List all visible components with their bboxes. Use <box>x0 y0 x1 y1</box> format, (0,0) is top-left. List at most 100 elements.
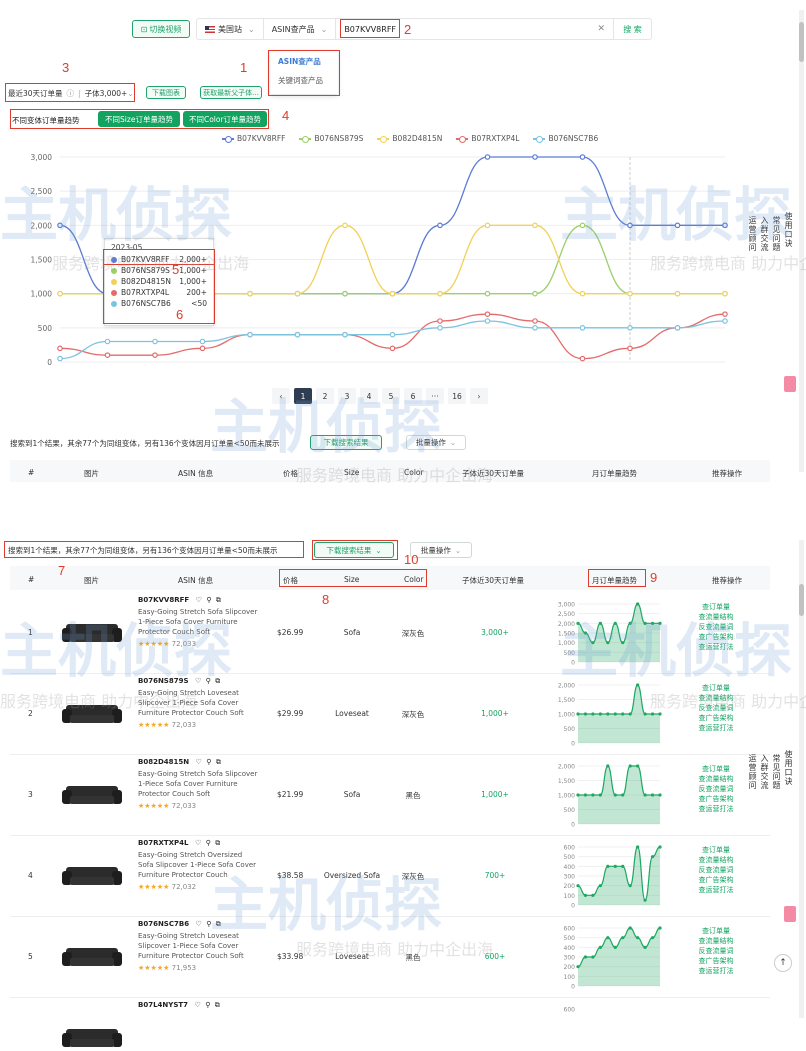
data-point[interactable] <box>484 318 491 324</box>
asin-code[interactable]: B07L4NYST7 ♡ ⚲ ⧉ <box>138 1001 220 1010</box>
copy-icon[interactable]: ⧉ <box>216 758 221 766</box>
data-point[interactable] <box>722 222 728 229</box>
data-point[interactable] <box>579 290 586 297</box>
scrollbar-top[interactable] <box>799 10 804 472</box>
data-point[interactable] <box>674 222 681 229</box>
site-select[interactable]: 美国站 ⌄ <box>197 19 264 39</box>
period-filter[interactable]: 最近30天订单量 ⓘ | 子体3,000+⌄ <box>8 86 134 100</box>
back-to-top-icon[interactable]: ↑ <box>774 954 792 972</box>
side-tool-advisor[interactable]: 运营顾问 <box>746 754 758 790</box>
data-point[interactable] <box>674 290 681 297</box>
query-type-select[interactable]: ASIN查产品 ⌄ <box>264 19 337 39</box>
row-action-link[interactable]: 查运营打法 <box>694 804 738 814</box>
asin-code[interactable]: B082D4815N ♡ ⚲ ⧉ <box>138 758 221 767</box>
row-action-link[interactable]: 查订单量 <box>694 926 738 936</box>
data-point[interactable] <box>152 352 158 358</box>
row-action-link[interactable]: 查广告架构 <box>694 632 738 642</box>
row-action-link[interactable]: 反查流量词 <box>694 865 738 875</box>
switch-mode-button[interactable]: ⊡ 切换视频 <box>132 20 190 38</box>
heart-icon[interactable]: ♡ <box>195 677 201 685</box>
page-button[interactable]: 4 <box>360 388 378 404</box>
data-point[interactable] <box>247 331 253 338</box>
page-button[interactable]: ··· <box>426 388 444 404</box>
product-title[interactable]: Easy-Going Stretch Loveseat Slipcover 1-… <box>138 688 258 718</box>
side-tool-group[interactable]: 入群交流 <box>758 216 770 252</box>
row-action-link[interactable]: 查流量结构 <box>694 855 738 865</box>
product-title[interactable]: Easy-Going Stretch Loveseat Slipcover 1-… <box>138 931 258 961</box>
row-action-link[interactable]: 查订单量 <box>694 683 738 693</box>
data-point[interactable] <box>674 325 681 331</box>
data-point[interactable] <box>722 311 728 317</box>
data-point[interactable] <box>342 331 348 338</box>
side-tool-faq[interactable]: 常见问题 <box>770 216 782 252</box>
row-action-link[interactable]: 查流量结构 <box>694 936 738 946</box>
data-point[interactable] <box>437 318 443 324</box>
chat-badge-icon[interactable] <box>784 376 796 392</box>
data-point[interactable] <box>579 325 586 331</box>
row-action-link[interactable]: 查订单量 <box>694 602 738 612</box>
data-point[interactable] <box>104 352 111 358</box>
copy-icon[interactable]: ⧉ <box>215 677 220 685</box>
download-chart-button[interactable]: 下载图表 <box>146 86 186 99</box>
asin-code[interactable]: B076NSC7B6 ♡ ⚲ ⧉ <box>138 920 221 929</box>
side-tool-tips[interactable]: 使用口诀 <box>782 750 794 790</box>
row-action-link[interactable]: 反查流量词 <box>694 622 738 632</box>
data-point[interactable] <box>579 222 586 229</box>
data-point[interactable] <box>389 290 396 297</box>
product-title[interactable]: Easy-Going Stretch Oversized Sofa Slipco… <box>138 850 258 880</box>
row-action-link[interactable]: 查广告架构 <box>694 794 738 804</box>
heart-icon[interactable]: ♡ <box>196 920 202 928</box>
row-action-link[interactable]: 反查流量词 <box>694 784 738 794</box>
bulk-action-button-top[interactable]: 批量操作 ⌄ <box>406 435 466 450</box>
fetch-latest-button[interactable]: 获取最新父子体... <box>200 86 262 99</box>
next-page-button[interactable]: › <box>470 388 488 404</box>
side-tool-faq[interactable]: 常见问题 <box>770 754 782 790</box>
row-action-link[interactable]: 反查流量词 <box>694 703 738 713</box>
data-point[interactable] <box>484 222 491 229</box>
row-action-link[interactable]: 反查流量词 <box>694 946 738 956</box>
data-point[interactable] <box>579 355 586 362</box>
data-point[interactable] <box>484 311 491 317</box>
dropdown-option-asin[interactable]: ASIN查产品 <box>270 50 338 71</box>
tab-size-trend[interactable]: 不同Size订单量趋势 <box>98 111 180 127</box>
search-icon[interactable]: ⚲ <box>206 758 211 766</box>
data-point[interactable] <box>532 154 538 160</box>
search-icon[interactable]: ⚲ <box>206 596 211 604</box>
data-point[interactable] <box>579 154 586 160</box>
tab-variant-trend[interactable]: 不同变体订单量趋势 <box>12 112 80 128</box>
row-action-link[interactable]: 查广告架构 <box>694 713 738 723</box>
row-action-link[interactable]: 查流量结构 <box>694 774 738 784</box>
product-image[interactable] <box>62 620 122 646</box>
copy-icon[interactable]: ⧉ <box>216 920 221 928</box>
data-point[interactable] <box>722 290 728 297</box>
download-results-button-top[interactable]: 下载搜索结果 <box>310 435 382 450</box>
copy-icon[interactable]: ⧉ <box>216 596 221 604</box>
data-point[interactable] <box>627 345 633 352</box>
page-button[interactable]: 5 <box>382 388 400 404</box>
row-action-link[interactable]: 查订单量 <box>694 845 738 855</box>
data-point[interactable] <box>294 290 301 297</box>
dropdown-option-keyword[interactable]: 关键词查产品 <box>270 71 338 90</box>
page-button[interactable]: 1 <box>294 388 312 404</box>
row-action-link[interactable]: 查运营打法 <box>694 642 738 652</box>
download-results-button[interactable]: 下载搜索结果 ⌄ <box>314 542 394 558</box>
data-point[interactable] <box>294 331 301 338</box>
data-point[interactable] <box>532 222 538 229</box>
side-tool-tips[interactable]: 使用口诀 <box>782 212 794 252</box>
data-point[interactable] <box>104 338 111 345</box>
page-button[interactable]: 3 <box>338 388 356 404</box>
data-point[interactable] <box>437 325 443 331</box>
asin-code[interactable]: B07KVV8RFF ♡ ⚲ ⧉ <box>138 596 221 605</box>
heart-icon[interactable]: ♡ <box>196 596 202 604</box>
product-image[interactable] <box>62 1025 122 1051</box>
copy-icon[interactable]: ⧉ <box>215 1001 220 1009</box>
search-icon[interactable]: ⚲ <box>206 920 211 928</box>
search-icon[interactable]: ⚲ <box>206 677 211 685</box>
bulk-action-button[interactable]: 批量操作 ⌄ <box>410 542 472 558</box>
data-point[interactable] <box>484 154 491 160</box>
tab-color-trend[interactable]: 不同Color订单量趋势 <box>183 111 267 127</box>
scrollbar[interactable] <box>799 540 804 1018</box>
data-point[interactable] <box>532 318 538 324</box>
data-point[interactable] <box>532 290 538 297</box>
data-point[interactable] <box>722 318 728 324</box>
